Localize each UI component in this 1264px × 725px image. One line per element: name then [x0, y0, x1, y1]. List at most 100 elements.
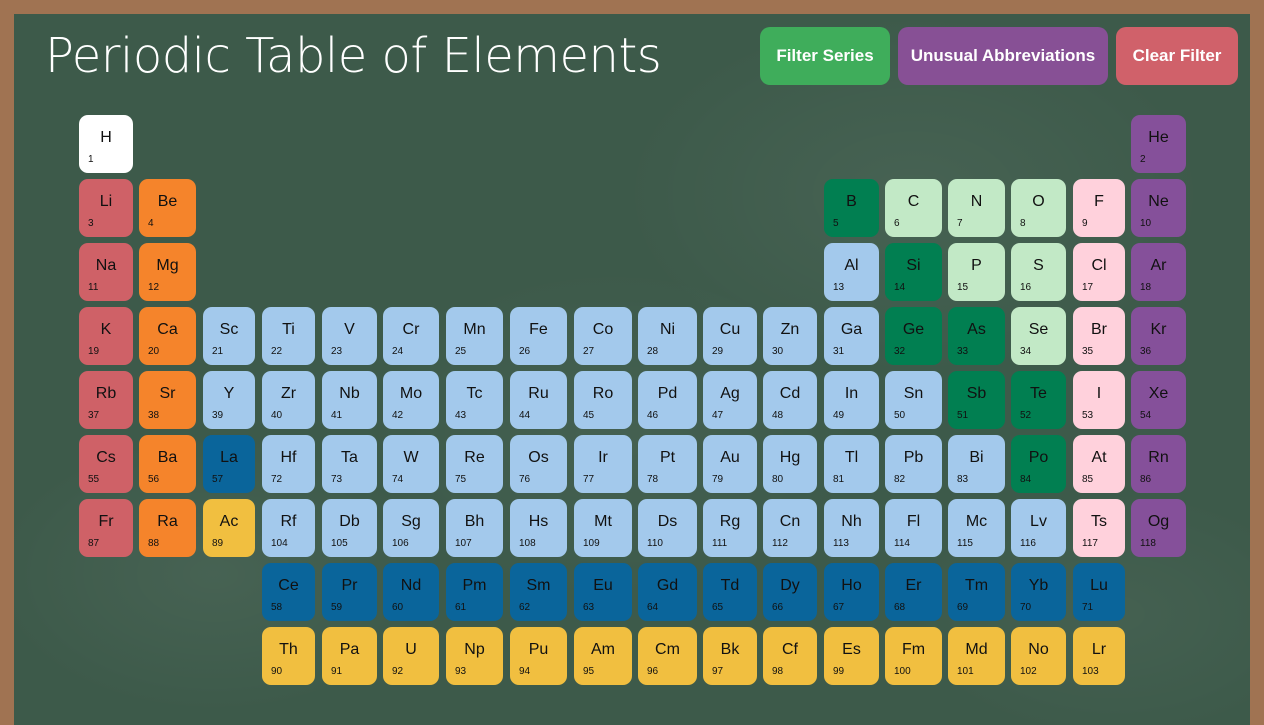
element-tile-md[interactable]: Md 101	[948, 627, 1005, 685]
element-tile-v[interactable]: V 23	[322, 307, 377, 365]
element-tile-mn[interactable]: Mn 25	[446, 307, 503, 365]
element-tile-si[interactable]: Si 14	[885, 243, 942, 301]
element-tile-ag[interactable]: Ag 47	[703, 371, 757, 429]
element-tile-ro[interactable]: Ro 45	[574, 371, 632, 429]
element-tile-re[interactable]: Re 75	[446, 435, 503, 493]
element-tile-b[interactable]: B5	[824, 179, 879, 237]
element-tile-cm[interactable]: Cm 96	[638, 627, 697, 685]
element-tile-la[interactable]: La 57	[203, 435, 255, 493]
element-tile-cs[interactable]: Cs 55	[79, 435, 133, 493]
element-tile-nd[interactable]: Nd 60	[383, 563, 439, 621]
element-tile-sb[interactable]: Sb 51	[948, 371, 1005, 429]
element-tile-eu[interactable]: Eu 63	[574, 563, 632, 621]
element-tile-no[interactable]: No 102	[1011, 627, 1066, 685]
element-tile-u[interactable]: U 92	[383, 627, 439, 685]
element-tile-zn[interactable]: Zn 30	[763, 307, 817, 365]
element-tile-pa[interactable]: Pa 91	[322, 627, 377, 685]
element-tile-bk[interactable]: Bk 97	[703, 627, 757, 685]
element-tile-at[interactable]: At 85	[1073, 435, 1125, 493]
element-tile-yb[interactable]: Yb 70	[1011, 563, 1066, 621]
element-tile-ru[interactable]: Ru 44	[510, 371, 567, 429]
element-tile-sg[interactable]: Sg 106	[383, 499, 439, 557]
element-tile-cn[interactable]: Cn 112	[763, 499, 817, 557]
element-tile-tm[interactable]: Tm 69	[948, 563, 1005, 621]
element-tile-es[interactable]: Es 99	[824, 627, 879, 685]
element-tile-sn[interactable]: Sn 50	[885, 371, 942, 429]
element-tile-sr[interactable]: Sr 38	[139, 371, 196, 429]
element-tile-i[interactable]: I 53	[1073, 371, 1125, 429]
element-tile-he[interactable]: He 2	[1131, 115, 1186, 173]
element-tile-db[interactable]: Db 105	[322, 499, 377, 557]
element-tile-as[interactable]: As 33	[948, 307, 1005, 365]
element-tile-h[interactable]: H1	[79, 115, 133, 173]
element-tile-bh[interactable]: Bh 107	[446, 499, 503, 557]
element-tile-ho[interactable]: Ho 67	[824, 563, 879, 621]
element-tile-xe[interactable]: Xe 54	[1131, 371, 1186, 429]
element-tile-fl[interactable]: Fl 114	[885, 499, 942, 557]
element-tile-pd[interactable]: Pd 46	[638, 371, 697, 429]
element-tile-cd[interactable]: Cd 48	[763, 371, 817, 429]
element-tile-na[interactable]: Na 11	[79, 243, 133, 301]
element-tile-br[interactable]: Br 35	[1073, 307, 1125, 365]
element-tile-rg[interactable]: Rg 111	[703, 499, 757, 557]
element-tile-zr[interactable]: Zr 40	[262, 371, 315, 429]
element-tile-ni[interactable]: Ni 28	[638, 307, 697, 365]
element-tile-w[interactable]: W 74	[383, 435, 439, 493]
element-tile-hs[interactable]: Hs 108	[510, 499, 567, 557]
element-tile-ti[interactable]: Ti 22	[262, 307, 315, 365]
element-tile-cr[interactable]: Cr 24	[383, 307, 439, 365]
element-tile-in[interactable]: In 49	[824, 371, 879, 429]
element-tile-c[interactable]: C6	[885, 179, 942, 237]
element-tile-ge[interactable]: Ge 32	[885, 307, 942, 365]
element-tile-cl[interactable]: Cl 17	[1073, 243, 1125, 301]
element-tile-pr[interactable]: Pr 59	[322, 563, 377, 621]
element-tile-lv[interactable]: Lv 116	[1011, 499, 1066, 557]
element-tile-ar[interactable]: Ar 18	[1131, 243, 1186, 301]
element-tile-mg[interactable]: Mg 12	[139, 243, 196, 301]
element-tile-hg[interactable]: Hg 80	[763, 435, 817, 493]
element-tile-lr[interactable]: Lr 103	[1073, 627, 1125, 685]
element-tile-ra[interactable]: Ra 88	[139, 499, 196, 557]
element-tile-f[interactable]: F9	[1073, 179, 1125, 237]
element-tile-pt[interactable]: Pt 78	[638, 435, 697, 493]
element-tile-po[interactable]: Po 84	[1011, 435, 1066, 493]
element-tile-pm[interactable]: Pm 61	[446, 563, 503, 621]
element-tile-hf[interactable]: Hf 72	[262, 435, 315, 493]
element-tile-fr[interactable]: Fr 87	[79, 499, 133, 557]
element-tile-rb[interactable]: Rb 37	[79, 371, 133, 429]
element-tile-au[interactable]: Au 79	[703, 435, 757, 493]
element-tile-td[interactable]: Td 65	[703, 563, 757, 621]
element-tile-ta[interactable]: Ta 73	[322, 435, 377, 493]
element-tile-o[interactable]: O8	[1011, 179, 1066, 237]
element-tile-mo[interactable]: Mo 42	[383, 371, 439, 429]
element-tile-nb[interactable]: Nb 41	[322, 371, 377, 429]
element-tile-tc[interactable]: Tc 43	[446, 371, 503, 429]
element-tile-ga[interactable]: Ga 31	[824, 307, 879, 365]
element-tile-rn[interactable]: Rn 86	[1131, 435, 1186, 493]
element-tile-pu[interactable]: Pu 94	[510, 627, 567, 685]
element-tile-er[interactable]: Er 68	[885, 563, 942, 621]
element-tile-ba[interactable]: Ba 56	[139, 435, 196, 493]
element-tile-k[interactable]: K 19	[79, 307, 133, 365]
element-tile-mc[interactable]: Mc 115	[948, 499, 1005, 557]
element-tile-li[interactable]: Li 3	[79, 179, 133, 237]
element-tile-ds[interactable]: Ds 110	[638, 499, 697, 557]
element-tile-lu[interactable]: Lu 71	[1073, 563, 1125, 621]
element-tile-tl[interactable]: Tl 81	[824, 435, 879, 493]
element-tile-ac[interactable]: Ac 89	[203, 499, 255, 557]
element-tile-mt[interactable]: Mt 109	[574, 499, 632, 557]
element-tile-gd[interactable]: Gd 64	[638, 563, 697, 621]
element-tile-am[interactable]: Am 95	[574, 627, 632, 685]
element-tile-og[interactable]: Og 118	[1131, 499, 1186, 557]
element-tile-se[interactable]: Se 34	[1011, 307, 1066, 365]
element-tile-dy[interactable]: Dy 66	[763, 563, 817, 621]
element-tile-os[interactable]: Os 76	[510, 435, 567, 493]
element-tile-ts[interactable]: Ts 117	[1073, 499, 1125, 557]
element-tile-s[interactable]: S 16	[1011, 243, 1066, 301]
element-tile-ir[interactable]: Ir 77	[574, 435, 632, 493]
element-tile-co[interactable]: Co 27	[574, 307, 632, 365]
element-tile-ce[interactable]: Ce 58	[262, 563, 315, 621]
element-tile-np[interactable]: Np 93	[446, 627, 503, 685]
element-tile-bi[interactable]: Bi 83	[948, 435, 1005, 493]
element-tile-kr[interactable]: Kr 36	[1131, 307, 1186, 365]
